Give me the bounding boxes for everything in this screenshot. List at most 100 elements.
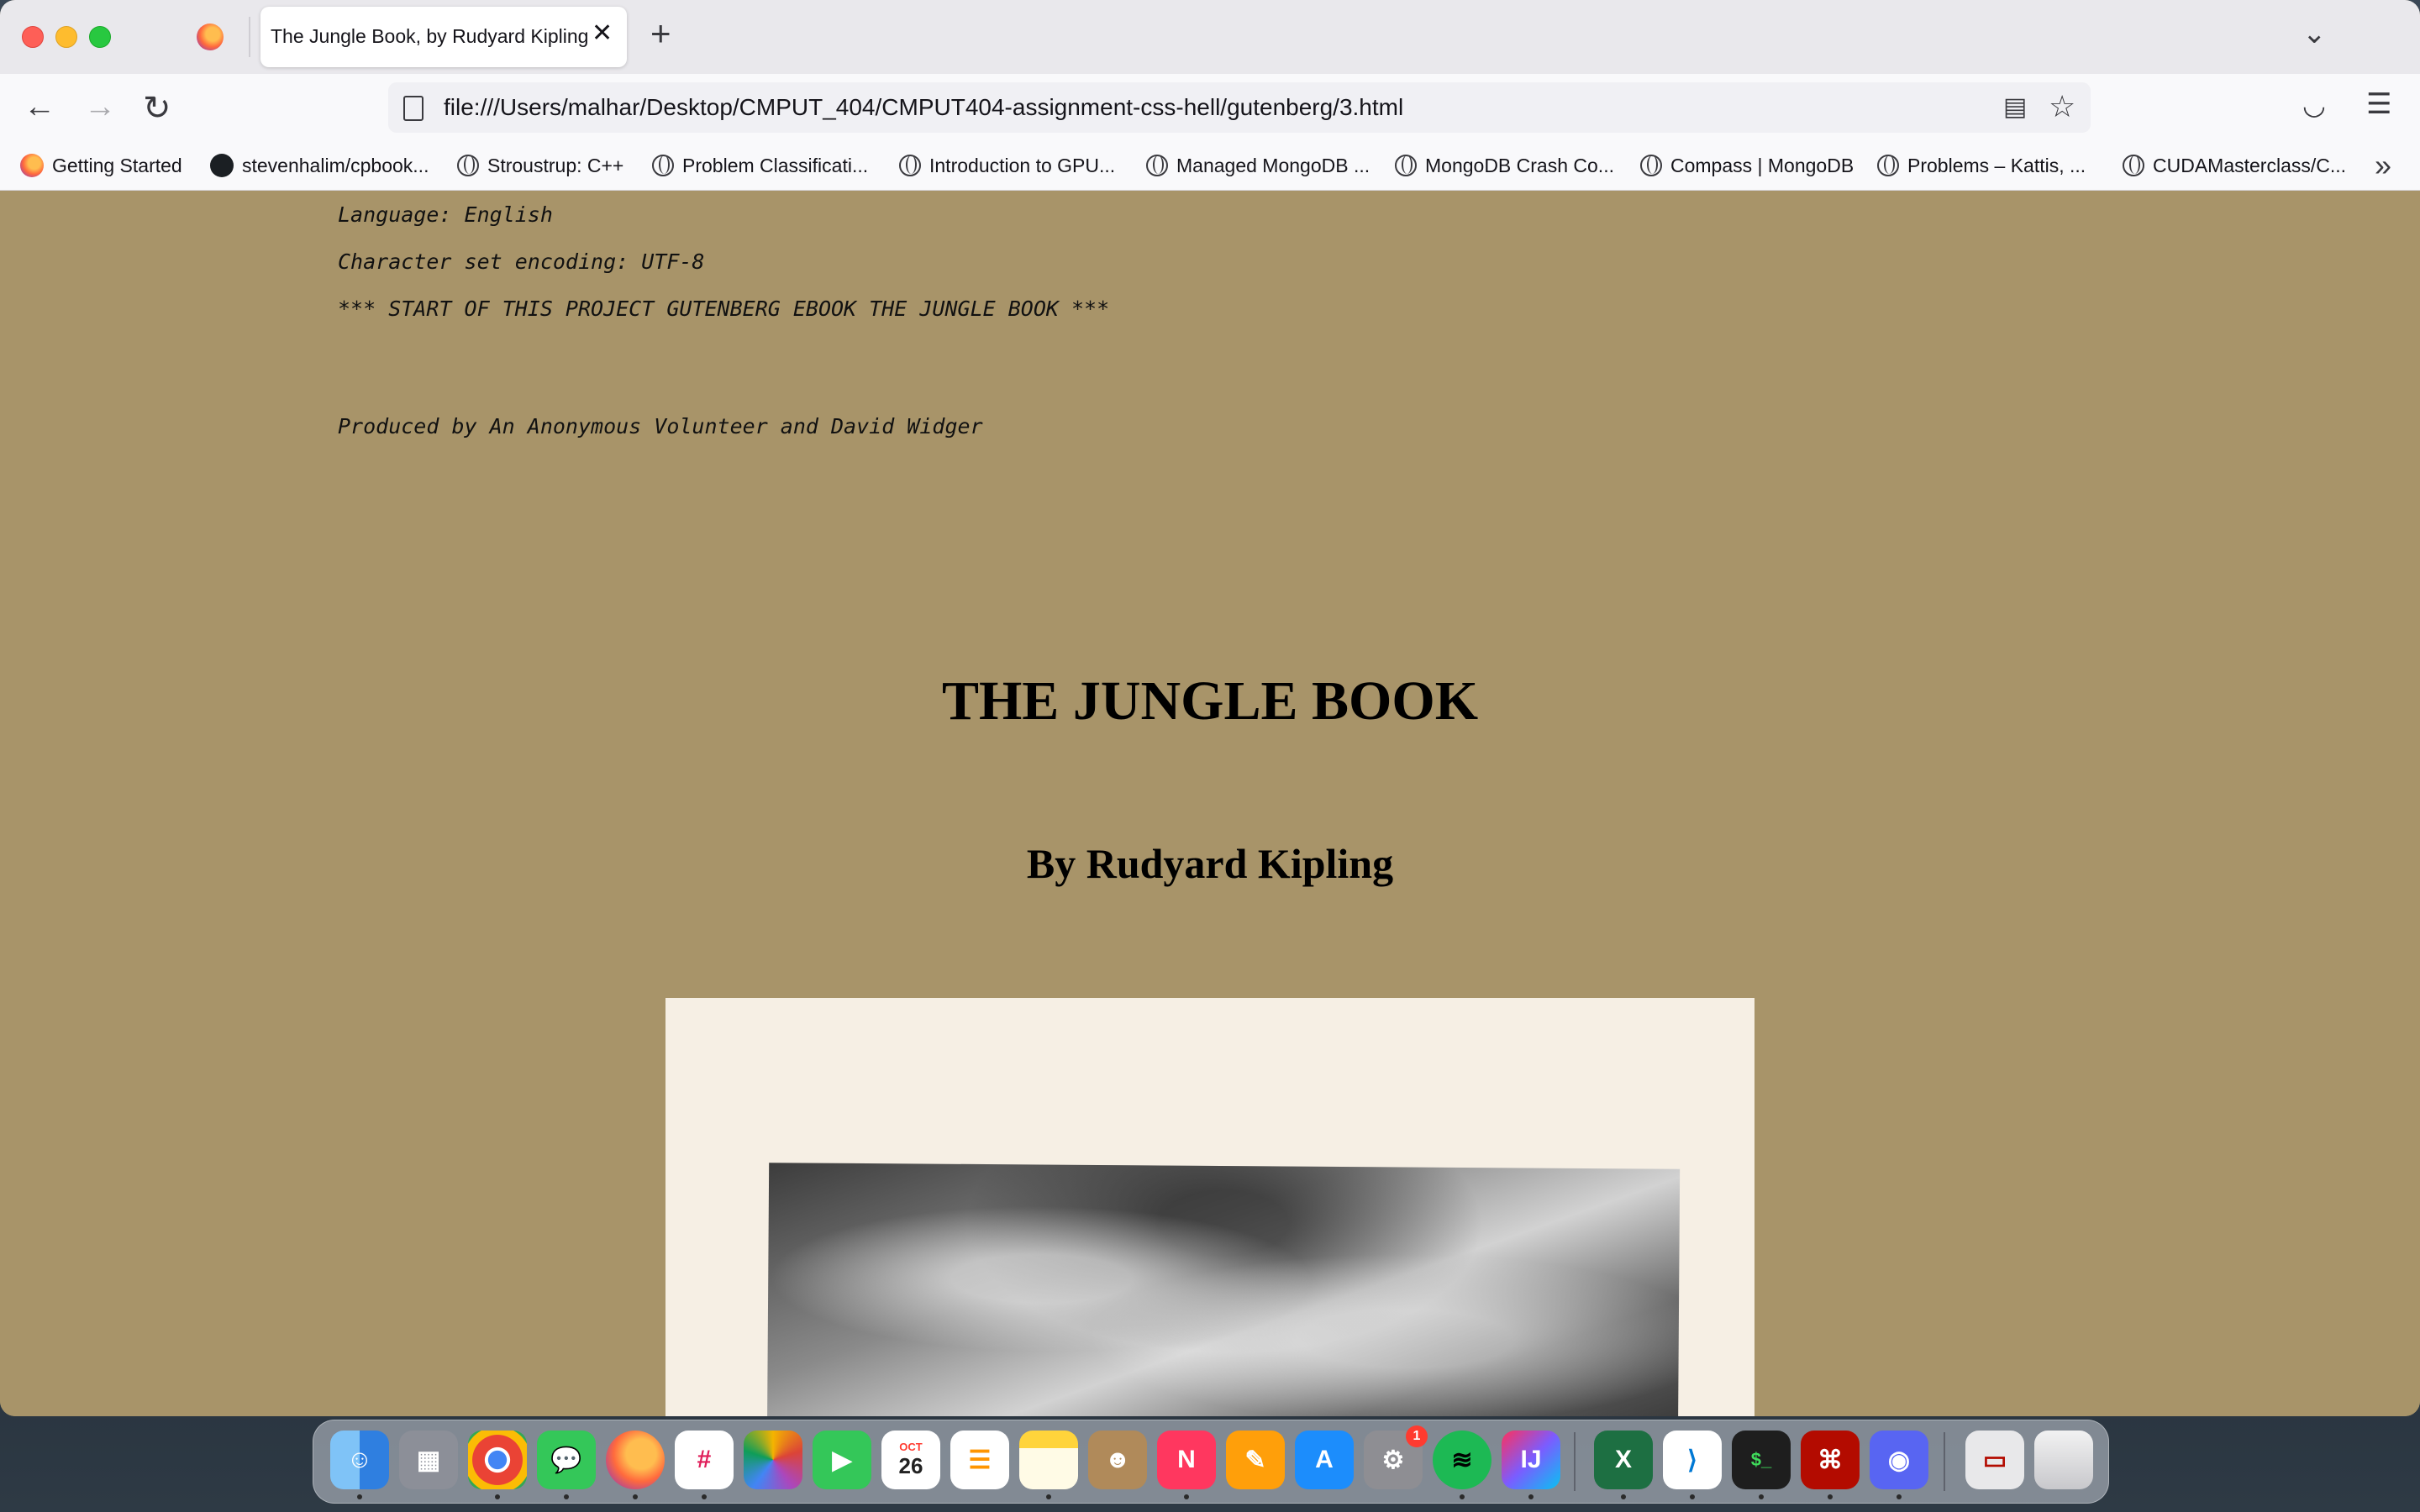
macos-dock: ☺ ▦ 💬 # ▶ OCT 26 ☰ ☻ N ✎ A ⚙ 1 ≋ IJ X ⟩ … [313,1420,2109,1504]
dock-separator [1944,1432,1945,1491]
running-indicator [495,1494,500,1499]
firefox-view-icon[interactable] [197,24,224,50]
tab-strip: The Jungle Book, by Rudyard Kipling ✕ + … [0,0,2420,74]
globe-icon [457,155,479,176]
book-title: THE JUNGLE BOOK [941,670,1479,732]
bookmark-item[interactable]: Getting Started [20,151,182,180]
url-text[interactable]: file:///Users/malhar/Desktop/CMPUT_404/C… [444,94,1403,121]
bookmark-label: stevenhalim/cpbook... [242,154,429,176]
running-indicator [1184,1494,1189,1499]
firefox-icon[interactable] [606,1431,665,1489]
close-window-button[interactable] [22,26,44,48]
tab-title: The Jungle Book, by Rudyard Kipling [271,25,589,47]
calendar-icon[interactable]: OCT 26 [881,1431,940,1489]
bookmark-item[interactable]: Stroustrup: C++ [457,151,623,180]
star-icon[interactable]: ☆ [2049,89,2075,124]
minimize-window-button[interactable] [55,26,77,48]
pages-icon[interactable]: ✎ [1226,1431,1285,1489]
forward-arrow-icon[interactable]: → [84,89,116,125]
bookmark-label: Stroustrup: C++ [487,154,624,176]
globe-icon [1877,155,1899,176]
firefox-icon [20,154,44,177]
notes-icon[interactable] [1019,1431,1078,1489]
bookmark-item[interactable]: Problems – Kattis, ... [1877,151,2086,180]
running-indicator [357,1494,362,1499]
bookmark-item[interactable]: Compass | MongoDB [1640,151,1854,180]
running-indicator [1690,1494,1695,1499]
contacts-icon[interactable]: ☻ [1088,1431,1147,1489]
bookmark-label: Getting Started [52,154,182,176]
page-content: Language: English Character set encoding… [0,191,2420,1416]
reload-icon[interactable]: ↻ [143,89,171,128]
reader-view-icon[interactable]: ▤ [2003,92,2027,122]
vscode-icon[interactable]: ⟩ [1663,1431,1722,1489]
bookmarks-toolbar: Getting Started stevenhalim/cpbook... St… [0,141,2420,191]
bookmark-item[interactable]: Problem Classificati... [652,151,868,180]
producer-line: Produced by An Anonymous Volunteer and D… [338,414,983,438]
calendar-month: OCT [899,1441,923,1453]
pocket-icon[interactable]: ◡ [2302,89,2326,121]
finder-icon[interactable]: ☺ [330,1431,389,1489]
bookmark-item[interactable]: CUDAMasterclass/C... [2123,151,2346,180]
spotify-icon[interactable]: ≋ [1433,1431,1491,1489]
running-indicator [633,1494,638,1499]
facetime-icon[interactable]: ▶ [813,1431,871,1489]
zoom-window-button[interactable] [89,26,111,48]
chrome-icon[interactable] [468,1431,527,1489]
back-arrow-icon[interactable]: ← [24,89,55,125]
notification-badge: 1 [1406,1425,1428,1447]
start-marker-line: *** START OF THIS PROJECT GUTENBERG EBOO… [338,297,1110,321]
running-indicator [1460,1494,1465,1499]
url-bar[interactable]: file:///Users/malhar/Desktop/CMPUT_404/C… [388,82,2091,133]
intellij-icon[interactable]: IJ [1502,1431,1560,1489]
acrobat-icon[interactable]: ⌘ [1801,1431,1860,1489]
close-icon[interactable]: ✕ [592,18,613,48]
running-indicator [1621,1494,1626,1499]
bookmark-label: Problems – Kattis, ... [1907,154,2086,176]
dock-separator [1574,1432,1576,1491]
bookmark-item[interactable]: MongoDB Crash Co... [1395,151,1614,180]
news-icon[interactable]: N [1157,1431,1216,1489]
messages-icon[interactable]: 💬 [537,1431,596,1489]
globe-icon [1395,155,1417,176]
bookmark-item[interactable]: Introduction to GPU... [899,151,1115,180]
bookmark-label: Problem Classificati... [682,154,869,176]
photos-icon[interactable] [744,1431,802,1489]
reminders-icon[interactable]: ☰ [950,1431,1009,1489]
encoding-line: Character set encoding: UTF-8 [338,249,705,274]
hamburger-menu-icon[interactable]: ☰ [2366,87,2391,121]
preview-icon[interactable]: ▭ [1965,1431,2024,1489]
running-indicator [1828,1494,1833,1499]
globe-icon [1146,155,1168,176]
tab-active[interactable]: The Jungle Book, by Rudyard Kipling ✕ [260,7,627,67]
chevron-down-icon[interactable]: ⌄ [2302,17,2327,50]
running-indicator [1897,1494,1902,1499]
globe-icon [1640,155,1662,176]
browser-window: The Jungle Book, by Rudyard Kipling ✕ + … [0,0,2420,1416]
system-preferences-icon[interactable]: ⚙ 1 [1364,1425,1428,1489]
book-author: By Rudyard Kipling [1026,840,1394,887]
language-line: Language: English [338,202,553,227]
bookmark-label: Introduction to GPU... [929,154,1116,176]
terminal-icon[interactable]: $_ [1732,1431,1791,1489]
running-indicator [1528,1494,1534,1499]
bookmark-item[interactable]: stevenhalim/cpbook... [210,151,429,180]
bookmark-label: MongoDB Crash Co... [1425,154,1614,176]
globe-icon [652,155,674,176]
running-indicator [1759,1494,1764,1499]
plus-icon[interactable]: + [650,13,671,54]
globe-icon [2123,155,2144,176]
discord-icon[interactable]: ◉ [1870,1431,1928,1489]
launchpad-icon[interactable]: ▦ [399,1431,458,1489]
slack-icon[interactable]: # [675,1431,734,1489]
github-icon [210,154,234,177]
trash-icon[interactable] [2034,1431,2093,1489]
navigation-toolbar: ← → ↻ file:///Users/malhar/Desktop/CMPUT… [0,74,2420,141]
bookmark-item[interactable]: Managed MongoDB ... [1146,151,1370,180]
bookmark-label: CUDAMasterclass/C... [2153,154,2347,176]
excel-icon[interactable]: X [1594,1431,1653,1489]
page-icon [403,96,424,121]
running-indicator [564,1494,569,1499]
chevron-double-right-icon[interactable]: » [2375,148,2391,183]
app-store-icon[interactable]: A [1295,1431,1354,1489]
